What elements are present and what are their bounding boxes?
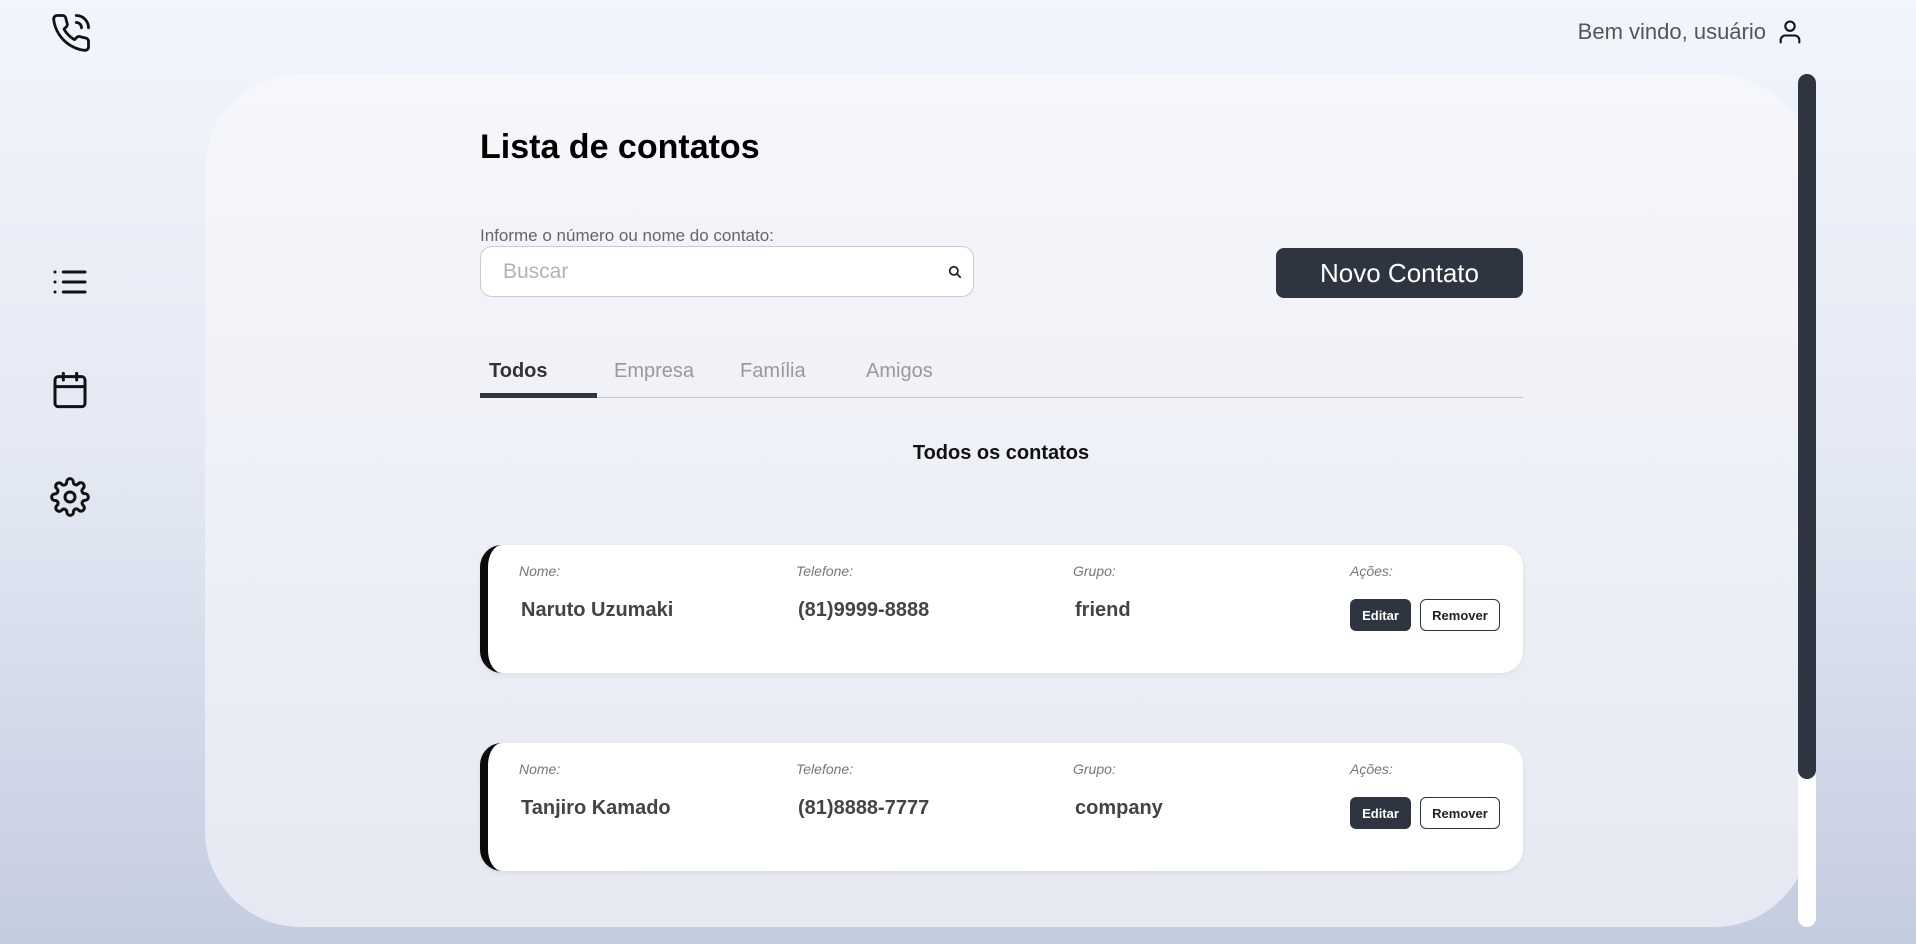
tab-empresa[interactable]: Empresa (614, 360, 694, 383)
group-label: Grupo: (1073, 761, 1116, 777)
gear-icon[interactable] (50, 477, 90, 517)
phone-label: Telefone: (796, 563, 854, 579)
edit-button[interactable]: Editar (1350, 797, 1411, 829)
contact-name: Tanjiro Kamado (521, 797, 671, 819)
contact-name: Naruto Uzumaki (521, 599, 674, 621)
page-title: Lista de contatos (480, 128, 760, 166)
name-label: Nome: (519, 761, 561, 777)
edit-button[interactable]: Editar (1350, 599, 1411, 631)
remove-button[interactable]: Remover (1420, 599, 1500, 631)
welcome-text: Bem vindo, usuário (1577, 19, 1766, 44)
section-title: Todos os contatos (912, 442, 1090, 464)
tab-todos[interactable]: Todos (489, 360, 548, 383)
phone-label: Telefone: (796, 761, 854, 777)
actions-label: Ações: (1350, 761, 1393, 777)
search-input[interactable] (481, 247, 973, 296)
name-label: Nome: (519, 563, 561, 579)
contact-group: company (1075, 797, 1163, 819)
new-contact-button[interactable]: Novo Contato (1276, 248, 1523, 298)
actions-label: Ações: (1350, 563, 1393, 579)
group-label: Grupo: (1073, 563, 1116, 579)
search-icon[interactable] (948, 265, 962, 279)
tab-familia[interactable]: Família (740, 360, 806, 383)
contact-phone: (81)8888-7777 (798, 797, 930, 819)
active-tab-indicator (480, 393, 597, 398)
contact-phone: (81)9999-8888 (798, 599, 930, 621)
user-icon[interactable] (1776, 18, 1804, 46)
contact-card: Nome: Telefone: Grupo: Ações: Naruto Uzu… (480, 545, 1523, 673)
search-box[interactable] (480, 246, 974, 297)
contact-card: Nome: Telefone: Grupo: Ações: Tanjiro Ka… (480, 743, 1523, 871)
scrollbar-thumb[interactable] (1798, 74, 1816, 779)
search-label: Informe o número ou nome do contato: (480, 226, 774, 245)
tab-amigos[interactable]: Amigos (866, 360, 933, 383)
list-icon[interactable] (50, 262, 90, 302)
phone-call-icon[interactable] (50, 12, 92, 54)
calendar-icon[interactable] (50, 370, 90, 410)
welcome-area[interactable]: Bem vindo, usuário (1578, 18, 1804, 46)
remove-button[interactable]: Remover (1420, 797, 1500, 829)
contact-group: friend (1075, 599, 1131, 621)
tabs-divider (480, 397, 1523, 398)
